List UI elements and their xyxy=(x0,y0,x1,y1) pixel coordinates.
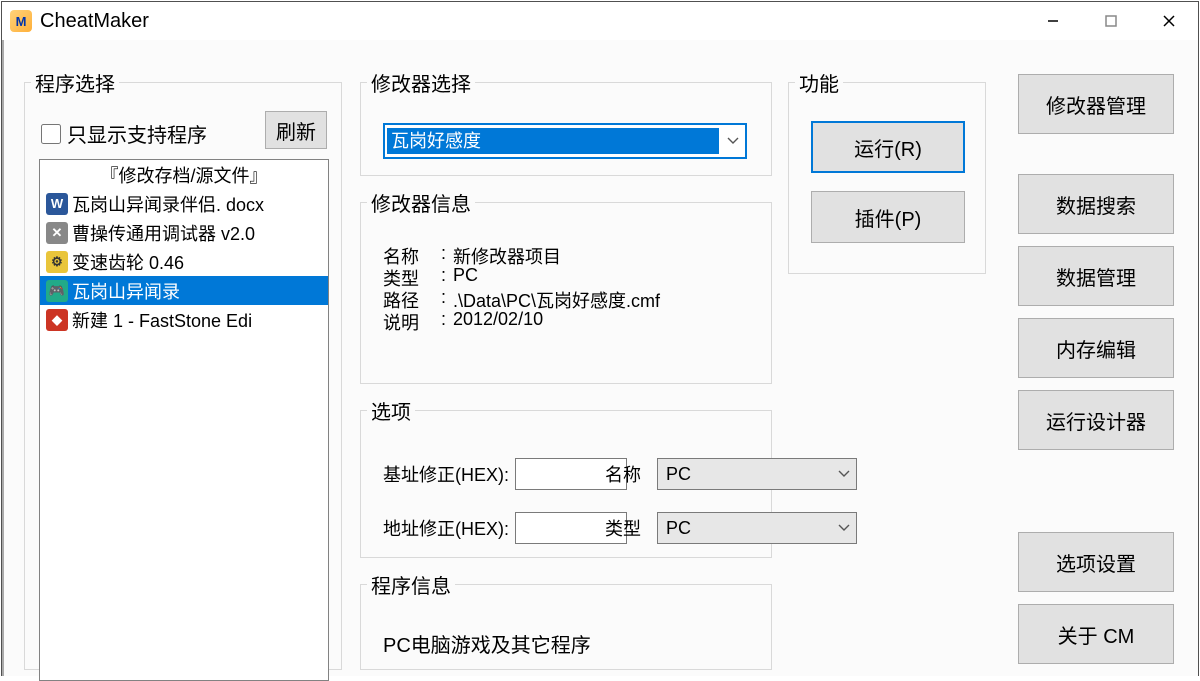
faststone-icon: ◆ xyxy=(46,309,68,331)
close-button[interactable] xyxy=(1140,3,1198,39)
options-button[interactable]: 选项设置 xyxy=(1018,532,1174,592)
checkbox-show-supported-label[interactable]: 只显示支持程序 xyxy=(67,119,207,148)
list-item[interactable]: 🎮瓦岗山异闻录 xyxy=(40,276,328,305)
group-cheat-info-legend: 修改器信息 xyxy=(367,188,475,217)
chevron-down-icon xyxy=(832,459,856,489)
titlebar: M CheatMaker xyxy=(2,2,1198,40)
about-button[interactable]: 关于 CM xyxy=(1018,604,1174,664)
combo-opt-name[interactable]: PC xyxy=(657,458,857,490)
group-options: 选项 基址修正(HEX): 地址修正(HEX): 名称 PC 类型 PC xyxy=(360,396,772,558)
list-item[interactable]: ◆新建 1 - FastStone Edi xyxy=(40,305,328,334)
group-program-legend: 程序选择 xyxy=(31,68,119,97)
cheat-selector-value: 瓦岗好感度 xyxy=(387,128,719,154)
data-manage-button[interactable]: 数据管理 xyxy=(1018,246,1174,306)
label-addr-fix: 地址修正(HEX): xyxy=(383,515,509,541)
app-icon: M xyxy=(10,10,32,32)
run-button[interactable]: 运行(R) xyxy=(811,121,965,173)
window-title: CheatMaker xyxy=(40,10,149,33)
label-base-fix: 基址修正(HEX): xyxy=(383,461,509,487)
game-icon: 🎮 xyxy=(46,280,68,302)
memory-edit-button[interactable]: 内存编辑 xyxy=(1018,318,1174,378)
group-cheat-select: 修改器选择 瓦岗好感度 xyxy=(360,68,772,176)
chevron-down-icon xyxy=(832,513,856,543)
maximize-button[interactable] xyxy=(1082,3,1140,39)
gear-icon: ⚙ xyxy=(46,251,68,273)
wrench-icon: ✕ xyxy=(46,222,68,244)
app-window: M CheatMaker 程序选择 只显示支持程序 刷新 『修改存档/源文件』 … xyxy=(1,1,1199,676)
plugin-button[interactable]: 插件(P) xyxy=(811,191,965,243)
checkbox-show-supported-only[interactable] xyxy=(41,124,61,144)
chevron-down-icon xyxy=(721,125,745,157)
data-search-button[interactable]: 数据搜索 xyxy=(1018,174,1174,234)
client-area: 程序选择 只显示支持程序 刷新 『修改存档/源文件』 W瓦岗山异闻录伴侣. do… xyxy=(2,40,1198,676)
proc-info-text: PC电脑游戏及其它程序 xyxy=(383,629,591,658)
list-item[interactable]: ⚙变速齿轮 0.46 xyxy=(40,247,328,276)
list-item[interactable]: W瓦岗山异闻录伴侣. docx xyxy=(40,189,328,218)
group-proc-info: 程序信息 PC电脑游戏及其它程序 xyxy=(360,570,772,670)
word-icon: W xyxy=(46,193,68,215)
group-program-select: 程序选择 只显示支持程序 刷新 『修改存档/源文件』 W瓦岗山异闻录伴侣. do… xyxy=(24,68,342,670)
label-opt-type: 类型 xyxy=(605,515,657,541)
refresh-button[interactable]: 刷新 xyxy=(265,111,327,149)
program-list[interactable]: 『修改存档/源文件』 W瓦岗山异闻录伴侣. docx ✕曹操传通用调试器 v2.… xyxy=(39,159,329,681)
list-item[interactable]: ✕曹操传通用调试器 v2.0 xyxy=(40,218,328,247)
group-function-legend: 功能 xyxy=(795,68,843,97)
run-designer-button[interactable]: 运行设计器 xyxy=(1018,390,1174,450)
label-opt-name: 名称 xyxy=(605,461,657,487)
list-item[interactable]: 『修改存档/源文件』 xyxy=(40,160,328,189)
combo-opt-type[interactable]: PC xyxy=(657,512,857,544)
group-function: 功能 运行(R) 插件(P) xyxy=(788,68,986,274)
group-cheat-info: 修改器信息 名称:新修改器项目 类型:PC 路径:.\Data\PC\瓦岗好感度… xyxy=(360,188,772,384)
cheat-selector-combobox[interactable]: 瓦岗好感度 xyxy=(383,123,747,159)
minimize-button[interactable] xyxy=(1024,3,1082,39)
info-desc: 说明:2012/02/10 xyxy=(383,309,543,335)
group-proc-info-legend: 程序信息 xyxy=(367,570,455,599)
group-cheat-select-legend: 修改器选择 xyxy=(367,68,475,97)
group-options-legend: 选项 xyxy=(367,396,415,425)
cheat-manager-button[interactable]: 修改器管理 xyxy=(1018,74,1174,134)
